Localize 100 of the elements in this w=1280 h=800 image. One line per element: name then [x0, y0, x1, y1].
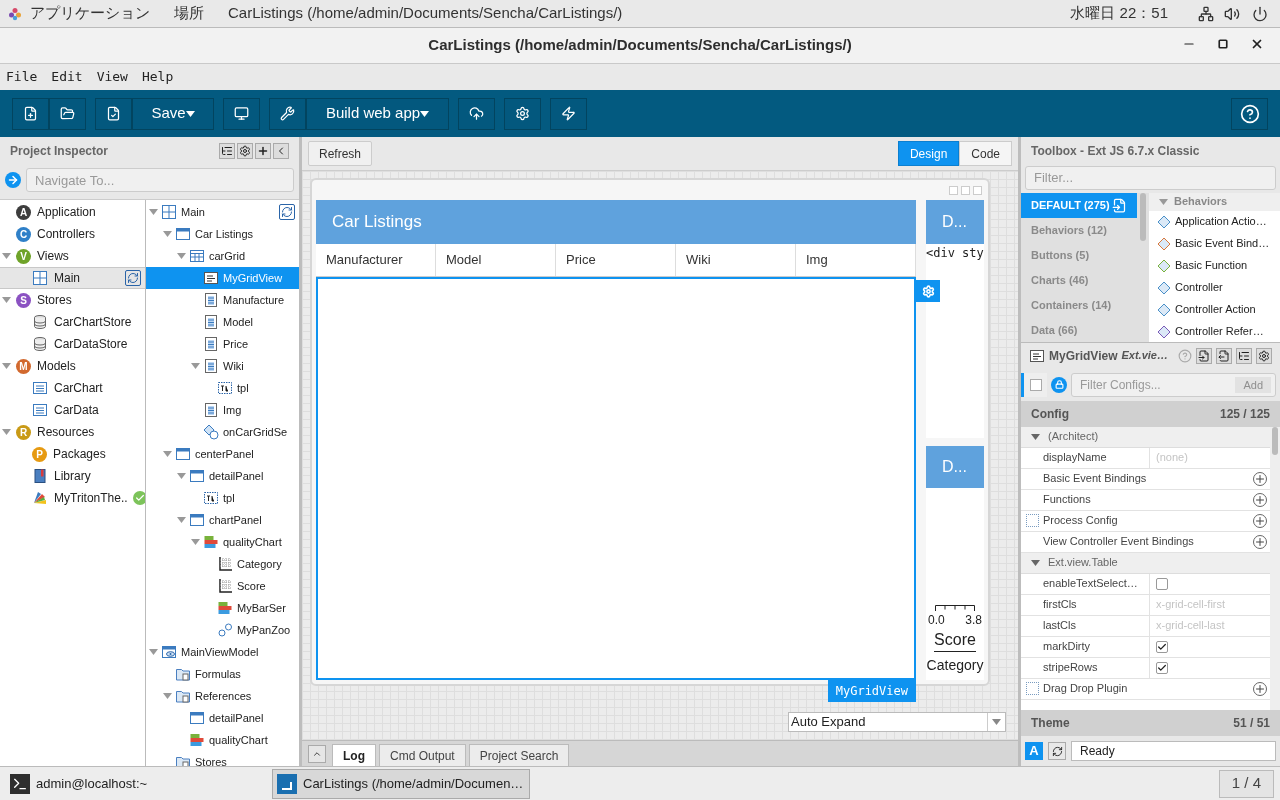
taskbar-item[interactable]: CarListings (/home/admin/Documen… — [272, 768, 530, 799]
checkbox[interactable] — [1156, 661, 1168, 674]
tree-item[interactable]: Category — [146, 553, 299, 575]
expander-icon[interactable] — [176, 517, 186, 523]
settings-icon[interactable] — [1256, 347, 1272, 364]
view-tab[interactable]: Code — [959, 141, 1012, 166]
tree-view-icon[interactable] — [1236, 347, 1252, 364]
tree-item[interactable]: Formulas — [146, 663, 299, 685]
add-icon[interactable] — [255, 143, 271, 159]
preview-button[interactable] — [223, 97, 260, 130]
save-button[interactable]: Save — [132, 97, 214, 130]
tree-item[interactable]: CarData — [0, 399, 145, 421]
build-icon-button[interactable] — [269, 97, 306, 130]
menu-item[interactable]: View — [96, 67, 128, 87]
scrollbar-thumb[interactable] — [1140, 192, 1146, 241]
tree-item[interactable]: CarChartStore — [0, 311, 145, 333]
tree-item[interactable]: detailPanel — [146, 465, 299, 487]
system-menu[interactable]: アプリケーション — [30, 2, 150, 25]
filter-field[interactable]: Filter... — [1025, 165, 1276, 190]
refresh-button[interactable]: Refresh — [308, 141, 373, 166]
toolbox-item[interactable]: Basic Function — [1149, 254, 1280, 277]
toolbox-item[interactable]: Application Actio… — [1149, 210, 1280, 233]
menu-item[interactable]: Help — [141, 67, 174, 87]
refresh-icon[interactable] — [125, 270, 141, 286]
expander-icon[interactable] — [162, 451, 172, 457]
tree-item[interactable]: Main — [0, 267, 145, 289]
maximize-icon[interactable] — [1218, 39, 1228, 49]
tree-item[interactable]: detailPanel — [146, 707, 299, 729]
tree-item[interactable]: MyBarSer — [146, 597, 299, 619]
column-header[interactable]: Price — [556, 244, 676, 276]
help-button[interactable] — [1231, 97, 1268, 130]
select-checkbox[interactable] — [1029, 378, 1042, 391]
tree-item[interactable]: A Application — [0, 201, 145, 223]
navigate-field[interactable]: Navigate To... — [26, 168, 294, 192]
tree-item[interactable]: P Packages — [0, 443, 145, 465]
workspace-indicator[interactable]: 1 / 4 — [1218, 769, 1274, 798]
tree-item[interactable]: qualityChart — [146, 531, 299, 553]
tree-item[interactable]: References — [146, 685, 299, 707]
tree-item[interactable]: Manufacture — [146, 289, 299, 311]
tree-view-icon[interactable] — [219, 143, 235, 159]
expander-icon[interactable] — [162, 231, 172, 237]
toolbox-item[interactable]: Basic Event Bind… — [1149, 232, 1280, 255]
bottom-tab[interactable]: Cmd Output — [379, 744, 466, 766]
column-header[interactable]: Img — [796, 244, 916, 276]
tree-item[interactable]: tpl — [146, 487, 299, 509]
tree-item[interactable]: MyPanZoo — [146, 619, 299, 641]
tree-item[interactable]: MyTritonThe.. — [0, 487, 145, 509]
bottom-tab[interactable]: Project Search — [468, 744, 570, 766]
tree-item[interactable]: Car Listings — [146, 223, 299, 245]
tree-item[interactable]: tpl — [146, 377, 299, 399]
bolt-button[interactable] — [550, 97, 587, 130]
expander-icon[interactable] — [148, 209, 158, 215]
refresh-icon[interactable] — [279, 204, 295, 220]
expander-icon[interactable] — [190, 363, 200, 369]
tree-item[interactable]: Score — [146, 575, 299, 597]
expander-icon[interactable] — [1, 297, 11, 303]
tree-item[interactable]: R Resources — [0, 421, 145, 443]
tree-item[interactable]: Library — [0, 465, 145, 487]
tree-item[interactable]: chartPanel — [146, 509, 299, 531]
toolbox-item[interactable]: Controller Action — [1149, 298, 1280, 321]
expander-icon[interactable] — [162, 693, 172, 699]
tree-item[interactable]: Model — [146, 311, 299, 333]
expander-icon[interactable] — [1, 253, 11, 259]
column-header[interactable]: Model — [436, 244, 556, 276]
export-icon[interactable] — [1216, 347, 1232, 364]
column-header[interactable]: Wiki — [676, 244, 796, 276]
power-icon[interactable] — [1252, 5, 1268, 22]
navigate-icon[interactable] — [5, 172, 21, 188]
tree-item[interactable]: CarChart — [0, 377, 145, 399]
tree-item[interactable]: V Views — [0, 245, 145, 267]
section-header[interactable]: Config 125 / 125 — [1021, 400, 1280, 427]
tree-item[interactable]: centerPanel — [146, 443, 299, 465]
tree-item[interactable]: Price — [146, 333, 299, 355]
deploy-button[interactable] — [458, 97, 495, 130]
open-folder-button[interactable] — [49, 97, 86, 130]
bottom-tab[interactable]: Log — [332, 744, 376, 766]
menu-item[interactable]: File — [6, 67, 38, 87]
tree-item[interactable]: Main — [146, 201, 299, 223]
checkbox[interactable] — [1156, 640, 1168, 653]
property-group[interactable]: Ext.view.Table — [1021, 552, 1270, 574]
expander-icon[interactable] — [176, 473, 186, 479]
tree-item[interactable]: MainViewModel — [146, 641, 299, 663]
taskbar-item[interactable]: admin@localhost:~ — [6, 768, 264, 799]
section-header[interactable]: Theme 51 / 51 — [1021, 710, 1280, 736]
clock[interactable]: 水曜日 22：51 — [1070, 2, 1168, 25]
new-file-button[interactable] — [12, 97, 49, 130]
tree-item[interactable]: M Models — [0, 355, 145, 377]
scrollbar-thumb[interactable] — [1272, 426, 1278, 455]
network-icon[interactable] — [1198, 5, 1214, 22]
tree-item[interactable]: Img — [146, 399, 299, 421]
checkbox[interactable] — [1156, 577, 1168, 590]
settings-icon[interactable] — [237, 143, 253, 159]
toolbox-item[interactable]: Controller — [1149, 276, 1280, 299]
tree-item[interactable]: C Controllers — [0, 223, 145, 245]
refresh-icon[interactable] — [1048, 742, 1066, 760]
layout-select[interactable]: Auto Expand — [788, 712, 1006, 732]
tree-item[interactable]: carGrid — [146, 245, 299, 267]
expander-icon[interactable] — [1, 429, 11, 435]
tree-item[interactable]: S Stores — [0, 289, 145, 311]
build-button[interactable]: Build web app — [306, 97, 449, 130]
